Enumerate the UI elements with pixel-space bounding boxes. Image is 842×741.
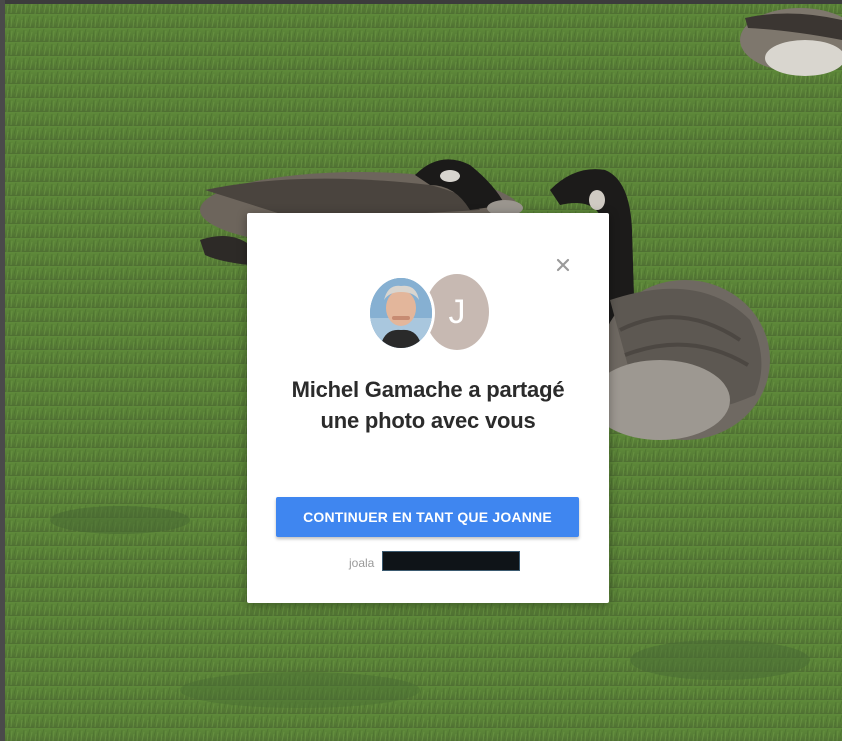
person-photo-icon bbox=[370, 278, 432, 348]
window-left-edge bbox=[0, 0, 5, 741]
screen: J Michel Gamache a partagé une photo ave… bbox=[0, 0, 842, 741]
close-button[interactable] bbox=[553, 255, 573, 275]
close-icon[interactable] bbox=[553, 255, 573, 275]
share-dialog: J Michel Gamache a partagé une photo ave… bbox=[247, 213, 609, 603]
account-email-text: joala bbox=[349, 556, 375, 570]
avatar-group: J bbox=[367, 274, 489, 352]
account-email: joala bbox=[347, 551, 527, 572]
window-top-edge bbox=[0, 0, 842, 4]
sharer-avatar bbox=[367, 275, 435, 351]
continue-as-user-button[interactable]: CONTINUER EN TANT QUE JOANNE bbox=[276, 497, 579, 537]
share-message-title: Michel Gamache a partagé une photo avec … bbox=[291, 377, 565, 433]
redaction-box bbox=[382, 551, 520, 571]
